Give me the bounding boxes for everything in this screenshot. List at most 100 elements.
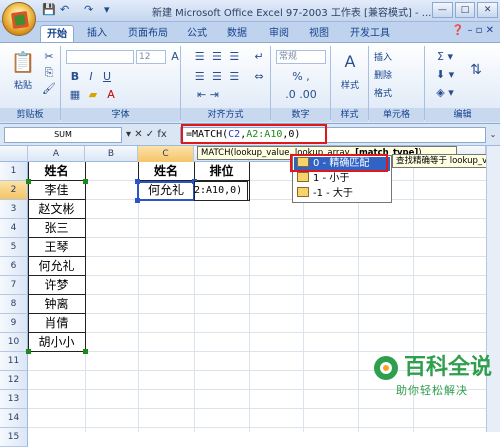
minimize-button[interactable]: — bbox=[432, 2, 453, 18]
column-header-c[interactable]: C bbox=[138, 146, 194, 162]
fill-icon[interactable]: ⬇ ▾ bbox=[430, 68, 460, 82]
cell-a4[interactable]: 张三 bbox=[28, 219, 85, 238]
tab-page-layout[interactable]: 页面布局 bbox=[120, 25, 176, 42]
cell-a1[interactable]: 姓名 bbox=[28, 162, 85, 181]
align-top-icon[interactable]: ☰ ☰ ☰ bbox=[188, 50, 248, 64]
formula-highlight-box bbox=[181, 124, 327, 144]
group-label-clipboard: 剪贴板 bbox=[0, 108, 60, 122]
delete-cells-button[interactable]: 删除 bbox=[374, 68, 422, 81]
border-icon[interactable]: ▦ bbox=[68, 88, 82, 102]
insert-cells-button[interactable]: 插入 bbox=[374, 50, 422, 63]
redo-icon[interactable]: ↷ bbox=[84, 3, 93, 18]
row-header-10[interactable]: 10 bbox=[0, 333, 28, 352]
row-header-5[interactable]: 5 bbox=[0, 238, 28, 257]
column-header-a[interactable]: A bbox=[28, 146, 85, 162]
argument-icon bbox=[297, 172, 309, 182]
format-painter-icon[interactable]: 🖌 bbox=[42, 82, 56, 96]
gridline bbox=[28, 256, 486, 257]
formula-buttons[interactable]: ▾ ✕ ✓ fx bbox=[126, 127, 178, 143]
sort-filter-icon[interactable]: ⇅ bbox=[464, 50, 488, 90]
save-icon[interactable]: 💾 bbox=[42, 3, 56, 18]
border-line bbox=[28, 162, 29, 352]
currency-icon[interactable]: % , bbox=[276, 70, 326, 84]
select-all-corner[interactable] bbox=[0, 146, 28, 162]
cell-a10[interactable]: 胡小小 bbox=[28, 333, 85, 352]
cell-a3[interactable]: 赵文彬 bbox=[28, 200, 85, 219]
gridline bbox=[28, 427, 486, 428]
tab-insert[interactable]: 插入 bbox=[80, 25, 114, 42]
row-header-1[interactable]: 1 bbox=[0, 162, 28, 181]
paste-icon[interactable]: 📋 bbox=[8, 48, 38, 76]
maximize-button[interactable]: □ bbox=[454, 2, 476, 18]
paste-button[interactable]: 粘贴 bbox=[8, 78, 38, 91]
italic-icon[interactable]: I bbox=[84, 70, 98, 84]
cell-a2[interactable]: 李佳 bbox=[28, 181, 85, 200]
cell-d2[interactable]: 2:A10,0) bbox=[194, 181, 249, 200]
gridline bbox=[194, 162, 195, 432]
tab-formulas[interactable]: 公式 bbox=[180, 25, 214, 42]
border-line bbox=[28, 351, 86, 352]
wrap-text-icon[interactable]: ↵ bbox=[252, 50, 266, 64]
row-header-13[interactable]: 13 bbox=[0, 390, 28, 409]
cell-a7[interactable]: 许梦 bbox=[28, 276, 85, 295]
styles-button[interactable]: 样式 bbox=[334, 78, 366, 91]
tab-developer[interactable]: 开发工具 bbox=[342, 25, 398, 42]
decimal-icon[interactable]: .0 .00 bbox=[276, 88, 326, 102]
font-color-icon[interactable]: A bbox=[104, 88, 118, 102]
tab-data[interactable]: 数据 bbox=[220, 25, 254, 42]
clear-icon[interactable]: ◈ ▾ bbox=[430, 86, 460, 100]
align-left-icon[interactable]: ☰ ☰ ☰ bbox=[188, 70, 248, 84]
vertical-scrollbar[interactable] bbox=[486, 146, 500, 432]
row-header-2[interactable]: 2 bbox=[0, 181, 28, 200]
row-header-6[interactable]: 6 bbox=[0, 257, 28, 276]
row-header-7[interactable]: 7 bbox=[0, 276, 28, 295]
close-button[interactable]: ✕ bbox=[477, 2, 499, 18]
autocomplete-item-greater[interactable]: -1 - 大于 bbox=[294, 187, 390, 201]
row-header-15[interactable]: 15 bbox=[0, 428, 28, 447]
row-header-12[interactable]: 12 bbox=[0, 371, 28, 390]
copy-icon[interactable]: ⎘ bbox=[42, 66, 56, 80]
cell-c2[interactable]: 何允礼 bbox=[138, 181, 194, 200]
range-handle bbox=[26, 349, 31, 354]
gridline bbox=[28, 313, 486, 314]
help-icon[interactable]: ❓ – ▫ ✕ bbox=[452, 25, 494, 36]
autosum-icon[interactable]: Σ ▾ bbox=[430, 50, 460, 64]
name-box[interactable]: SUM bbox=[4, 127, 122, 143]
undo-icon[interactable]: ↶ bbox=[60, 3, 69, 18]
number-format-combo[interactable]: 常规 bbox=[276, 50, 326, 64]
styles-icon[interactable]: A bbox=[336, 50, 364, 74]
row-header-3[interactable]: 3 bbox=[0, 200, 28, 219]
fill-color-icon[interactable]: ▰ bbox=[86, 88, 100, 102]
row-header-9[interactable]: 9 bbox=[0, 314, 28, 333]
format-cells-button[interactable]: 格式 bbox=[374, 86, 422, 99]
tab-view[interactable]: 视图 bbox=[302, 25, 336, 42]
underline-icon[interactable]: U bbox=[100, 70, 114, 84]
font-name-combo[interactable] bbox=[66, 50, 134, 64]
font-size-combo[interactable]: 12 bbox=[136, 50, 166, 64]
tab-review[interactable]: 审阅 bbox=[262, 25, 296, 42]
cut-icon[interactable]: ✂ bbox=[42, 50, 56, 64]
cell-d1[interactable]: 排位 bbox=[194, 162, 249, 181]
row-header-11[interactable]: 11 bbox=[0, 352, 28, 371]
expand-formula-bar-icon[interactable]: ⌄ bbox=[488, 127, 498, 143]
indent-icon[interactable]: ⇤ ⇥ bbox=[188, 88, 228, 102]
cell-a5[interactable]: 王琴 bbox=[28, 238, 85, 257]
gridline bbox=[28, 218, 486, 219]
tab-home[interactable]: 开始 bbox=[40, 25, 74, 42]
bold-icon[interactable]: B bbox=[68, 70, 82, 84]
row-header-14[interactable]: 14 bbox=[0, 409, 28, 428]
qat-dropdown-icon[interactable]: ▾ bbox=[104, 3, 110, 18]
row-header-8[interactable]: 8 bbox=[0, 295, 28, 314]
merge-icon[interactable]: ⇔ bbox=[252, 70, 266, 84]
range-handle bbox=[135, 198, 140, 203]
cell-a8[interactable]: 钟离 bbox=[28, 295, 85, 314]
autocomplete-tip: 查找精确等于 lookup_value bbox=[392, 154, 500, 168]
cell-a9[interactable]: 肖倩 bbox=[28, 314, 85, 333]
autocomplete-item-less[interactable]: 1 - 小于 bbox=[294, 172, 390, 186]
cell-a6[interactable]: 何允礼 bbox=[28, 257, 85, 276]
column-header-b[interactable]: B bbox=[85, 146, 138, 162]
row-header-4[interactable]: 4 bbox=[0, 219, 28, 238]
border-line bbox=[249, 162, 250, 201]
cell-c1[interactable]: 姓名 bbox=[138, 162, 194, 181]
office-button[interactable] bbox=[2, 2, 36, 36]
